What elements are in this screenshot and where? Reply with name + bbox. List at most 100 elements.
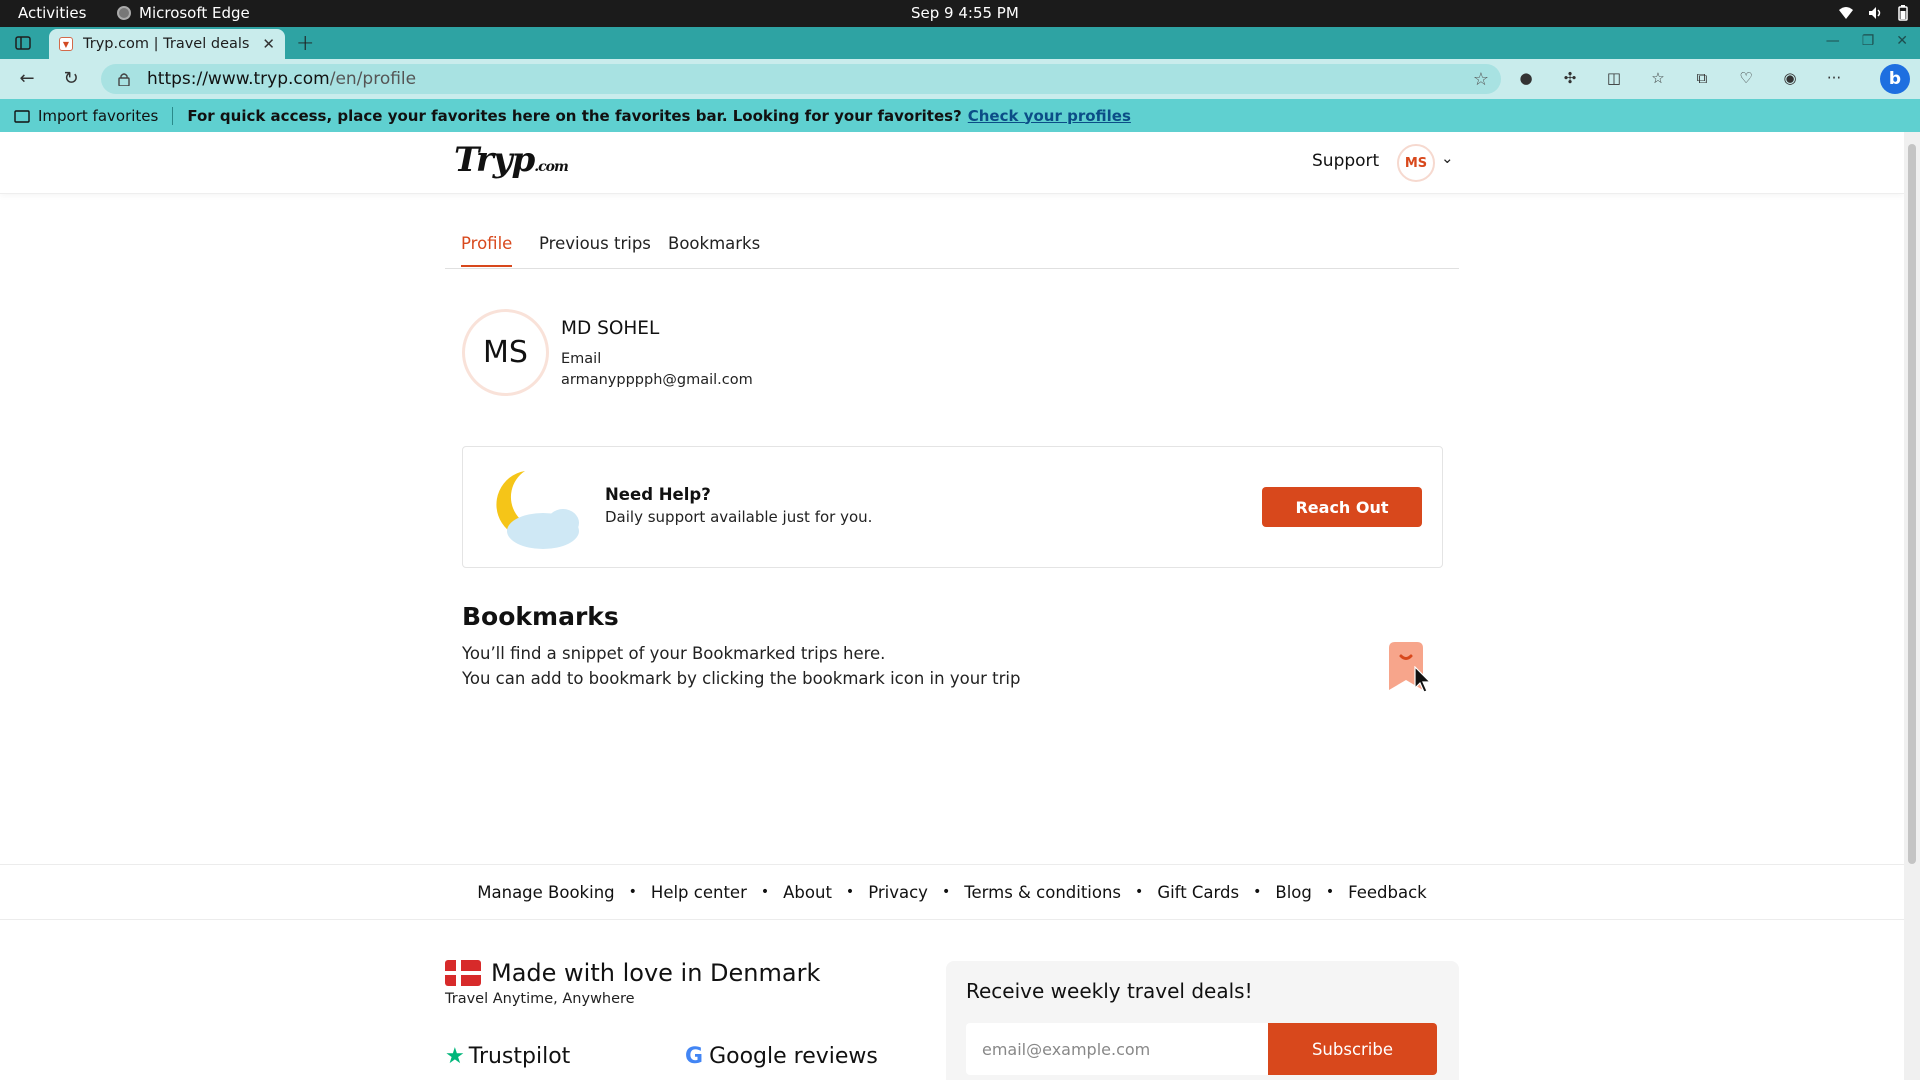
footer-link-help-center[interactable]: Help center [651,883,747,902]
wifi-icon [1839,7,1853,19]
url-host: https://www.tryp.com [147,69,330,89]
reach-out-button[interactable]: Reach Out [1262,487,1422,527]
volume-icon [1869,7,1881,19]
profile-name: MD SOHEL [561,318,660,339]
url-path: /en/profile [329,69,417,89]
profile-tabs: Profile Previous trips Bookmarks [445,224,1459,269]
logo-suffix: .com [534,159,569,175]
edge-icon [117,6,131,20]
scrollbar-thumb[interactable] [1908,144,1916,864]
newsletter-title: Receive weekly travel deals! [966,979,1253,1003]
tab-close-icon[interactable]: ✕ [262,35,275,53]
favorites-divider [172,106,174,125]
back-arrow-icon[interactable]: ← [17,69,37,89]
footer-separator: • [760,884,770,900]
favorites-list-icon[interactable]: ☆ [1647,67,1669,89]
favorite-star-icon[interactable]: ☆ [1473,69,1489,90]
help-subtitle: Daily support available just for you. [605,508,873,526]
bookmarks-description-2: You can add to bookmark by clicking the … [462,669,1021,688]
battery-icon [1898,5,1908,21]
favorites-bar: Import favorites For quick access, place… [0,99,1920,132]
browser-toolbar: ← ↻ https://www.tryp.com/en/profile ☆ ● … [0,59,1920,99]
activities-button[interactable]: Activities [18,4,86,22]
system-clock[interactable]: Sep 9 4:55 PM [911,4,1019,22]
more-options-icon[interactable]: ··· [1823,67,1845,89]
footer-separator: • [1325,884,1335,900]
footer-link-feedback[interactable]: Feedback [1348,883,1427,902]
system-tray[interactable] [1838,5,1908,21]
mouse-cursor-icon [1414,666,1432,693]
tab-bookmarks[interactable]: Bookmarks [668,234,760,265]
made-with-love-text: Made with love in Denmark [491,959,821,987]
moon-cloud-icon [496,471,579,549]
footer-separator: • [1253,884,1262,900]
made-in-denmark: Made with love in Denmark [445,959,820,987]
google-reviews-label: Google reviews [709,1044,878,1069]
email-label: Email [561,351,602,367]
bookmarks-heading: Bookmarks [462,602,619,631]
bing-copilot-icon[interactable]: b [1880,64,1910,94]
bookmarks-description-1: You’ll find a snippet of your Bookmarked… [462,644,886,663]
subscribe-button[interactable]: Subscribe [1268,1023,1437,1075]
user-avatar[interactable]: MS [1397,144,1435,182]
footer-link-terms[interactable]: Terms & conditions [964,883,1121,902]
trustpilot-label: Trustpilot [468,1044,571,1069]
profile-avatar-icon[interactable]: ◉ [1779,67,1801,89]
page-viewport: Tryp.com Support MS ⌄ Profile Previous t… [0,132,1904,1080]
favorites-message: For quick access, place your favorites h… [187,106,962,125]
address-bar[interactable]: https://www.tryp.com/en/profile ☆ [101,64,1501,94]
new-tab-icon[interactable]: + [296,31,314,56]
google-reviews-badge[interactable]: G Google reviews [685,1044,878,1069]
newsletter-box: Receive weekly travel deals! Subscribe [946,961,1459,1080]
footer-separator: • [941,884,951,900]
trustpilot-badge[interactable]: ★ Trustpilot [445,1044,570,1069]
import-favorites-button[interactable]: Import favorites [14,107,158,125]
window-close-icon[interactable]: ✕ [1896,33,1908,49]
extension-bug-icon[interactable]: ● [1515,67,1537,89]
lock-icon[interactable] [117,72,131,86]
collections-icon[interactable]: ⧉ [1691,67,1713,89]
split-screen-icon[interactable]: ◫ [1603,67,1625,89]
page-scrollbar[interactable] [1904,132,1920,1080]
site-header: Tryp.com Support MS ⌄ [0,132,1904,194]
browser-toolbar-icons: ● ✣ ◫ ☆ ⧉ ♡ ◉ ··· [1515,67,1845,89]
footer-link-gift-cards[interactable]: Gift Cards [1157,883,1239,902]
check-profiles-link[interactable]: Check your profiles [968,107,1131,125]
trustpilot-star-icon: ★ [445,1044,465,1069]
active-app-indicator[interactable]: Microsoft Edge [117,4,250,22]
tab-previous-trips[interactable]: Previous trips [539,234,651,265]
newsletter-email-input[interactable] [966,1023,1268,1075]
email-value: armanypppph@gmail.com [561,372,753,388]
denmark-flag-icon [445,960,481,986]
support-link[interactable]: Support [1312,151,1379,171]
footer-separator: • [628,884,637,900]
restore-icon[interactable]: ❐ [1862,33,1875,49]
help-card: Need Help? Daily support available just … [462,446,1443,568]
extensions-puzzle-icon[interactable]: ✣ [1559,67,1581,89]
footer-separator: • [845,884,855,900]
browser-tab-active[interactable]: ▼ Tryp.com | Travel deals in ✕ [49,29,285,59]
footer-separator: • [1135,884,1144,900]
tryp-logo[interactable]: Tryp.com [454,140,569,180]
google-g-icon: G [685,1044,704,1069]
footer-links: Manage Booking • Help center • About • P… [0,864,1904,920]
tab-profile[interactable]: Profile [461,234,513,267]
chevron-down-icon[interactable]: ⌄ [1441,149,1454,167]
footer-link-privacy[interactable]: Privacy [868,883,928,902]
site-favicon-icon: ▼ [59,37,73,51]
refresh-icon[interactable]: ↻ [61,69,81,89]
footer-link-manage-booking[interactable]: Manage Booking [477,883,614,902]
logo-text: Tryp [454,140,535,180]
footer-link-blog[interactable]: Blog [1275,883,1311,902]
active-app-name: Microsoft Edge [139,4,250,22]
system-top-bar: Activities Microsoft Edge Sep 9 4:55 PM [0,0,1920,27]
import-favorites-label: Import favorites [38,106,159,125]
url-text[interactable]: https://www.tryp.com/en/profile [147,69,416,89]
tab-actions-icon[interactable] [14,34,32,52]
browser-essentials-icon[interactable]: ♡ [1735,67,1757,89]
tab-title: Tryp.com | Travel deals in [83,36,253,52]
footer-link-about[interactable]: About [783,883,832,902]
profile-avatar: MS [462,309,549,396]
footer-tagline: Travel Anytime, Anywhere [445,991,635,1007]
minimize-icon[interactable]: — [1826,33,1840,49]
